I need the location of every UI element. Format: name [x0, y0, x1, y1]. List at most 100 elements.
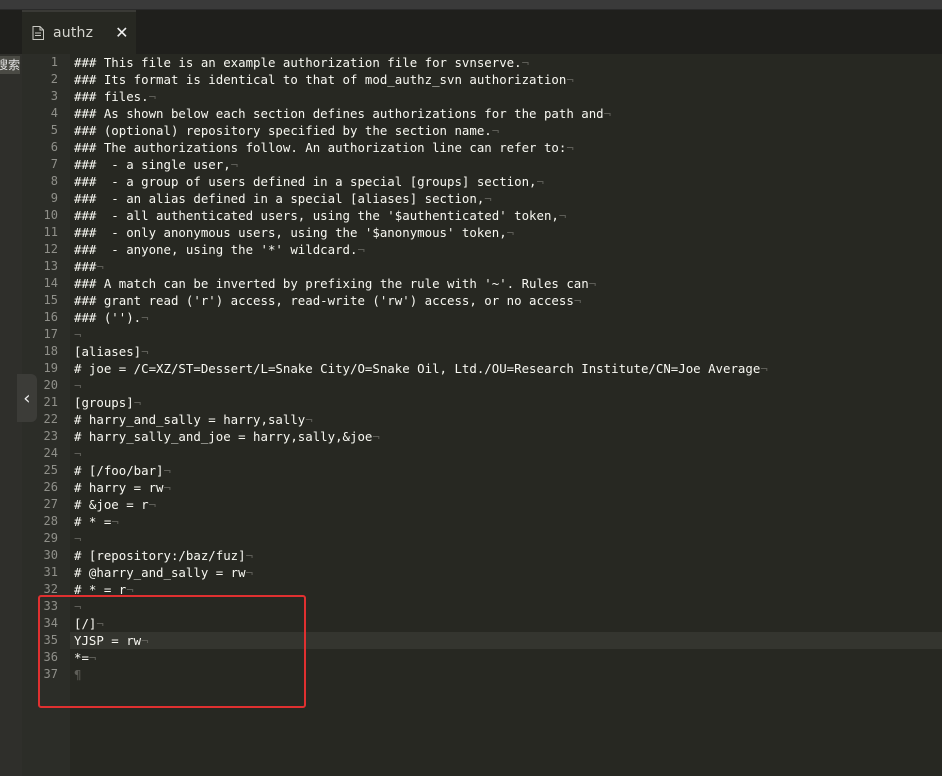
end-of-line-mark: ¬ [74, 378, 82, 393]
code-line-text: ### files. [74, 89, 149, 104]
end-of-line-mark: ¬ [74, 446, 82, 461]
code-line[interactable]: # [/foo/bar]¬ [74, 462, 171, 479]
code-line[interactable]: [aliases]¬ [74, 343, 149, 360]
end-of-line-mark: ¬ [573, 293, 582, 308]
end-of-line-mark: ¬ [163, 463, 171, 478]
end-of-line-mark: ¬ [491, 123, 500, 138]
line-number: 3 [50, 89, 58, 103]
code-line[interactable]: # joe = /C=XZ/ST=Dessert/L=Snake City/O=… [74, 360, 768, 377]
end-of-line-mark: ¬ [74, 327, 82, 342]
code-line[interactable]: ### files.¬ [74, 88, 156, 105]
code-line-text: # harry = rw [74, 480, 164, 495]
end-of-line-mark: ¬ [148, 497, 157, 512]
code-line[interactable]: # [repository:/baz/fuz]¬ [74, 547, 253, 564]
line-number: 8 [50, 174, 58, 188]
code-line[interactable]: # @harry_and_sally = rw¬ [74, 564, 253, 581]
file-icon [32, 26, 44, 40]
code-line[interactable]: ### Its format is identical to that of m… [74, 71, 574, 88]
side-search-label[interactable]: 搜索 [0, 56, 20, 74]
line-number: 30 [43, 548, 58, 562]
code-line-text: # harry_and_sally = harry,sally [74, 412, 306, 427]
code-line-text: [aliases] [74, 344, 142, 359]
line-number: 24 [43, 446, 58, 460]
line-number: 7 [50, 157, 58, 171]
code-line-text: ### (''). [74, 310, 142, 325]
line-number: 4 [50, 106, 58, 120]
code-line[interactable]: ### - an alias defined in a special [ali… [74, 190, 492, 207]
end-of-line-mark: ¬ [96, 259, 104, 274]
close-tab-icon[interactable]: ✕ [115, 25, 128, 41]
code-line-text: ### A match can be inverted by prefixing… [74, 276, 589, 291]
code-line[interactable]: ### - anyone, using the '*' wildcard.¬ [74, 241, 365, 258]
code-line[interactable]: [groups]¬ [74, 394, 141, 411]
code-line[interactable]: ### The authorizations follow. An author… [74, 139, 574, 156]
collapse-panel-button[interactable]: ‹ [17, 374, 37, 422]
code-line[interactable]: ¬ [74, 445, 81, 462]
code-line-text: ### As shown below each section defines … [74, 106, 604, 121]
line-number: 17 [43, 327, 58, 341]
line-number: 29 [43, 531, 58, 545]
code-line[interactable]: ¬ [74, 530, 81, 547]
code-line[interactable]: ### - only anonymous users, using the '$… [74, 224, 514, 241]
code-line-text: # * = [74, 514, 112, 529]
line-number: 27 [43, 497, 58, 511]
code-line[interactable]: ### grant read ('r') access, read-write … [74, 292, 581, 309]
code-line-text: ### - an alias defined in a special [ali… [74, 191, 485, 206]
line-number: 6 [50, 140, 58, 154]
end-of-line-mark: ¬ [133, 395, 142, 410]
red-annotation-box [38, 595, 306, 708]
line-number: 16 [43, 310, 58, 324]
line-number: 26 [43, 480, 58, 494]
code-line-text: ### This file is an example authorizatio… [74, 55, 522, 70]
code-line[interactable]: ¬ [74, 377, 81, 394]
code-line[interactable]: ### (optional) repository specified by t… [74, 122, 499, 139]
end-of-line-mark: ¬ [230, 157, 239, 172]
code-line[interactable]: # * =¬ [74, 513, 119, 530]
end-of-line-mark: ¬ [566, 72, 574, 87]
line-number: 11 [43, 225, 58, 239]
end-of-line-mark: ¬ [372, 429, 380, 444]
end-of-line-mark: ¬ [141, 344, 149, 359]
code-line[interactable]: ### - all authenticated users, using the… [74, 207, 566, 224]
code-line-text: ### [74, 259, 97, 274]
code-line-text: ### grant read ('r') access, read-write … [74, 293, 574, 308]
code-line[interactable]: ### This file is an example authorizatio… [74, 54, 529, 71]
code-line-text: ### The authorizations follow. An author… [74, 140, 567, 155]
code-line[interactable]: ###¬ [74, 258, 104, 275]
code-line-text: ### - all authenticated users, using the… [74, 208, 559, 223]
end-of-line-mark: ¬ [566, 140, 574, 155]
code-line-text: ### Its format is identical to that of m… [74, 72, 567, 87]
code-line[interactable]: # harry_and_sally = harry,sally¬ [74, 411, 313, 428]
end-of-line-mark: ¬ [603, 106, 612, 121]
line-number: 1 [50, 55, 58, 69]
end-of-line-mark: ¬ [588, 276, 597, 291]
end-of-line-mark: ¬ [111, 514, 119, 529]
code-line[interactable]: ### - a single user,¬ [74, 156, 238, 173]
line-number: 15 [43, 293, 58, 307]
tab-title: authz [53, 25, 94, 41]
line-number: 9 [50, 191, 58, 205]
end-of-line-mark: ¬ [163, 480, 171, 495]
line-number: 2 [50, 72, 58, 86]
code-line[interactable]: ¬ [74, 326, 81, 343]
end-of-line-mark: ¬ [760, 361, 768, 376]
code-line[interactable]: ### As shown below each section defines … [74, 105, 611, 122]
line-number: 10 [43, 208, 58, 222]
line-number: 18 [43, 344, 58, 358]
code-line[interactable]: # harry = rw¬ [74, 479, 171, 496]
window-top-bar [0, 0, 942, 10]
line-number: 23 [43, 429, 58, 443]
code-line[interactable]: ### - a group of users defined in a spec… [74, 173, 544, 190]
code-line[interactable]: # &joe = r¬ [74, 496, 156, 513]
code-line-text: # [/foo/bar] [74, 463, 164, 478]
tab-authz[interactable]: authz ✕ [22, 10, 136, 54]
code-line[interactable]: ### ('').¬ [74, 309, 149, 326]
code-line[interactable]: ### A match can be inverted by prefixing… [74, 275, 596, 292]
line-number: 31 [43, 565, 58, 579]
line-number: 28 [43, 514, 58, 528]
line-number: 12 [43, 242, 58, 256]
end-of-line-mark: ¬ [506, 225, 515, 240]
code-line-text: ### (optional) repository specified by t… [74, 123, 492, 138]
tab-strip: authz ✕ [0, 10, 942, 54]
code-line[interactable]: # harry_sally_and_joe = harry,sally,&joe… [74, 428, 380, 445]
